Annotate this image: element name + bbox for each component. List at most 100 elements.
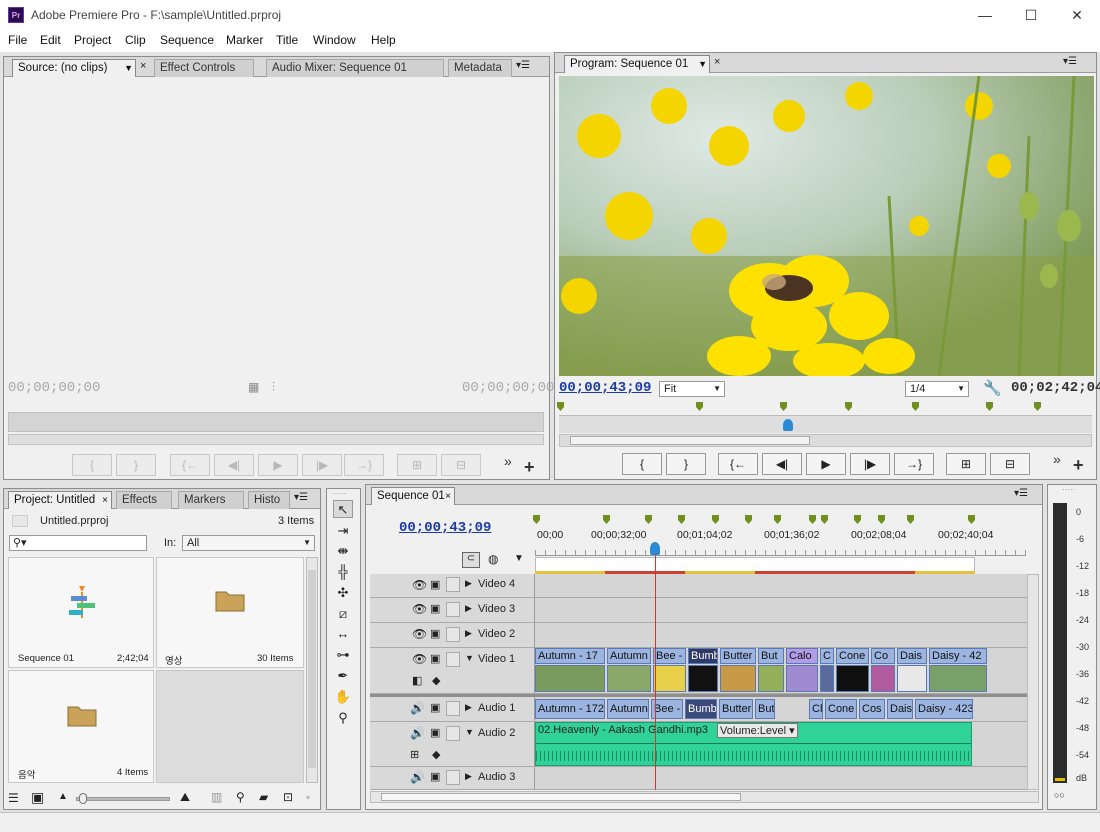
audio-waveform-icon[interactable]: ⫶ [272,380,275,395]
icon-view-icon[interactable]: ▣ [31,789,44,806]
timeline-timecode[interactable]: 00;00;43;09 [399,520,491,536]
panel-menu-icon[interactable]: ▾☰ [294,492,308,503]
video-clip[interactable]: Bumb [688,648,718,664]
scrollbar-thumb[interactable] [570,436,810,445]
rolling-edit-tool-icon[interactable]: ╬ [333,563,353,581]
video-clip[interactable]: Daisy - 42 [929,648,987,664]
audio-clip[interactable]: Autumn - 172 [535,699,605,719]
sync-lock-icon[interactable]: ▣ [430,770,440,783]
sync-lock-icon[interactable]: ▣ [430,627,440,640]
video-clip[interactable]: Bee - [653,648,686,664]
video-clip[interactable]: Autumn - 17 [535,648,605,664]
pen-tool-icon[interactable]: ✒ [333,667,353,685]
track-lock-toggle[interactable] [446,627,460,642]
speaker-icon[interactable]: 🔊 [410,770,425,784]
video-clip[interactable]: Dais [897,648,927,664]
sequence-marker[interactable] [557,402,564,411]
tab-effects[interactable]: Effects [116,491,172,509]
program-timeruler[interactable] [559,415,1092,433]
timeline-horizontal-scrollbar[interactable] [370,791,1039,803]
track-lock-toggle[interactable] [446,726,460,741]
zoom-slider[interactable] [76,793,170,804]
volume-line[interactable] [536,743,971,744]
eye-icon[interactable]: 👁 [412,652,427,666]
tab-source[interactable]: Source: (no clips) ▼ [12,59,136,77]
video-clip[interactable]: C [820,648,834,664]
scrollbar-thumb[interactable] [381,793,741,801]
audio2-clip[interactable]: 02.Heavenly - Aakash Gandhi.mp3 Volume:L… [535,722,972,766]
close-tab-icon[interactable]: × [140,60,146,72]
solo-buttons-icon[interactable]: ○○ [1054,790,1065,800]
more-controls-icon[interactable]: » [504,453,512,469]
sync-lock-icon[interactable]: ▣ [430,602,440,615]
menu-help[interactable]: Help [371,33,396,47]
eye-icon[interactable]: 👁 [412,627,427,641]
sync-lock-icon[interactable]: ▣ [430,578,440,591]
close-tab-icon[interactable]: × [102,492,108,509]
tab-effect-controls[interactable]: Effect Controls [154,59,254,77]
resolution-select[interactable]: 1/4 ▼ [905,381,969,397]
razor-tool-icon[interactable]: ⧄ [333,605,353,623]
track-lock-toggle[interactable] [446,577,460,592]
new-bin-icon[interactable]: ▰ [259,790,268,804]
panel-menu-icon[interactable]: ▾☰ [516,60,530,71]
sequence-marker[interactable] [1034,402,1041,411]
source-scrollbar[interactable] [8,434,544,445]
mark-out-button[interactable]: } [666,453,706,475]
timeline-playhead-handle[interactable] [650,542,661,555]
expand-track-icon[interactable]: ▶ [465,702,472,713]
video-clip[interactable]: Butter [720,648,756,664]
more-controls-icon[interactable]: » [1053,451,1061,467]
tab-sequence[interactable]: Sequence 01 × [371,487,455,505]
close-tab-icon[interactable]: × [714,56,720,68]
add-button[interactable]: + [1073,455,1084,476]
expand-track-icon[interactable]: ▶ [465,628,472,639]
in-select[interactable]: All ▼ [182,535,315,551]
scrollbar-thumb[interactable] [308,570,316,768]
program-timecode-current[interactable]: 00;00;43;09 [559,380,651,396]
tab-audio-mixer[interactable]: Audio Mixer: Sequence 01 [266,59,444,77]
video-clip[interactable]: But [758,648,784,664]
menu-marker[interactable]: Marker [226,33,263,47]
menu-title[interactable]: Title [276,33,298,47]
set-encore-chapter-icon[interactable]: ◍ [488,552,498,566]
wrench-settings-icon[interactable]: 🔧 [983,379,1002,397]
sync-lock-icon[interactable]: ▣ [430,652,440,665]
clip-fx-dropdown[interactable]: Volume:Level ▾ [717,723,798,738]
tab-markers[interactable]: Markers [178,491,244,509]
menu-file[interactable]: File [8,33,27,47]
step-forward-button[interactable]: |▶ [850,453,890,475]
film-icon[interactable]: ▦ [248,380,259,394]
speaker-icon[interactable]: 🔊 [410,726,425,740]
audio-clip[interactable]: Bumb [685,699,717,719]
sync-lock-icon[interactable]: ▣ [430,701,440,714]
panel-menu-icon[interactable]: ▾☰ [1063,56,1077,67]
audio-clip[interactable]: Autumn [607,699,649,719]
tab-program[interactable]: Program: Sequence 01 ▼ [564,55,710,73]
step-back-button[interactable]: ◀| [214,454,254,476]
audio-clip[interactable]: But [755,699,775,719]
zoom-tool-icon[interactable]: ⚲ [333,709,353,727]
waveform-display-icon[interactable]: ⊞ [410,748,419,761]
menu-sequence[interactable]: Sequence [160,33,214,47]
tab-metadata[interactable]: Metadata [448,59,512,77]
keyframe-icon[interactable]: ◆ [432,748,440,761]
audio-clip[interactable]: Cos [859,699,885,719]
rate-stretch-tool-icon[interactable]: ✣ [333,584,353,602]
chevron-down-icon[interactable]: ▼ [698,56,707,73]
selection-tool-icon[interactable]: ↖ [333,500,353,518]
audio-clip[interactable]: Butter [719,699,753,719]
project-item-folder-video[interactable]: 영상 30 Items [156,557,304,668]
project-item-sequence[interactable]: Sequence 01 2;42;04 [8,557,154,668]
ripple-edit-tool-icon[interactable]: ⇼ [333,542,353,560]
chevron-down-icon[interactable]: ▼ [124,60,133,77]
tab-history[interactable]: Histo [248,491,290,509]
extract-button[interactable]: ⊟ [990,453,1030,475]
overwrite-button[interactable]: ⊟ [441,454,481,476]
project-search-input[interactable]: ⚲▾ [9,535,147,551]
step-back-button[interactable]: ◀| [762,453,802,475]
video-clip[interactable]: Cone [836,648,869,664]
add-button[interactable]: + [524,457,535,478]
sequence-marker[interactable] [696,402,703,411]
keyframe-icon[interactable]: ◆ [432,674,440,687]
